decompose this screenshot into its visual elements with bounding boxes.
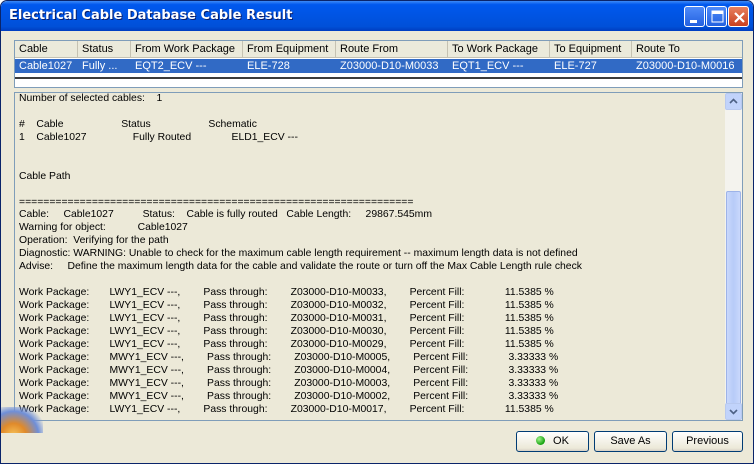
close-button[interactable] (728, 6, 749, 27)
close-icon (734, 12, 745, 23)
report-line (19, 184, 724, 197)
dialog-body: Cable Status From Work Package From Equi… (4, 31, 750, 461)
title-bar[interactable]: Electrical Cable Database Cable Result (1, 1, 753, 31)
column-header-cable[interactable]: Cable (15, 41, 78, 58)
minimize-button[interactable] (684, 6, 705, 27)
column-header-route-to[interactable]: Route To (632, 41, 742, 58)
column-header-route-from[interactable]: Route From (336, 41, 448, 58)
cell-route-from: Z03000-D10-M0033 (340, 60, 439, 72)
report-line: Work Package: MWY1_ECV ---, Pass through… (19, 377, 559, 389)
cable-list-grid[interactable]: Cable Status From Work Package From Equi… (14, 40, 743, 88)
cell-status: Fully ... (82, 60, 118, 72)
report-line: 1 Cable1027 Fully Routed ELD1_ECV --- (19, 131, 298, 143)
ok-button[interactable]: OK (516, 431, 589, 452)
green-dot-icon (536, 436, 546, 445)
report-line (19, 274, 724, 287)
report-line: Work Package: MWY1_ECV ---, Pass through… (19, 351, 559, 363)
report-line: Work Package: LWY1_ECV ---, Pass through… (19, 403, 554, 415)
report-line: Work Package: LWY1_ECV ---, Pass through… (19, 338, 554, 350)
column-header-to-work-package[interactable]: To Work Package (448, 41, 550, 58)
vertical-scrollbar[interactable] (725, 93, 742, 420)
report-line (19, 106, 724, 119)
report-line: Work Package: LWY1_ECV ---, Pass through… (19, 325, 554, 337)
window-title: Electrical Cable Database Cable Result (9, 8, 293, 23)
grid-horizontal-scrollbar[interactable] (15, 77, 742, 79)
cell-from-work-package: EQT2_ECV --- (135, 60, 207, 72)
column-header-to-equipment[interactable]: To Equipment (550, 41, 632, 58)
save-as-button-label: Save As (610, 435, 651, 447)
report-line: Cable Path (19, 170, 71, 182)
column-header-from-equipment[interactable]: From Equipment (243, 41, 336, 58)
report-line: Warning for object: Cable1027 (19, 222, 188, 234)
report-line: ========================================… (19, 196, 414, 208)
column-header-from-work-package[interactable]: From Work Package (131, 41, 243, 58)
cell-cable: Cable1027 (19, 60, 73, 72)
report-line: Work Package: LWY1_ECV ---, Pass through… (19, 300, 554, 311)
report-line: Work Package: LWY1_ECV ---, Pass through… (19, 287, 554, 299)
report-line: Cable: Cable1027 Status: Cable is fully … (19, 209, 432, 221)
cell-to-work-package: EQT1_ECV --- (452, 60, 524, 72)
cable-result-window: Electrical Cable Database Cable Result C… (0, 0, 754, 464)
report-line: Work Package: LWY1_ECV ---, Pass through… (19, 312, 554, 324)
report-line: # Cable Status Schematic (19, 118, 257, 130)
report-line: Work Package: MWY1_ECV ---, Pass through… (19, 390, 559, 402)
chevron-up-icon (729, 98, 738, 104)
scroll-down-button[interactable] (725, 403, 742, 420)
report-line: Diagnostic: WARNING: Unable to check for… (19, 248, 578, 260)
maximize-button[interactable] (706, 6, 727, 27)
scroll-up-button[interactable] (725, 93, 742, 110)
chevron-down-icon (729, 409, 738, 415)
report-line: Advise: Define the maximum length data f… (19, 261, 582, 273)
report-line: Work Package: MWY1_ECV ---, Pass through… (19, 364, 559, 376)
report-line (19, 158, 724, 171)
table-row[interactable]: Cable1027 Fully ... EQT2_ECV --- ELE-728… (15, 59, 742, 73)
report-line (19, 145, 724, 158)
report-text: Number of selected cables: 1 # Cable Stat… (19, 93, 724, 420)
previous-button[interactable]: Previous (672, 431, 743, 452)
save-as-button[interactable]: Save As (594, 431, 667, 452)
previous-button-label: Previous (686, 435, 729, 447)
grid-header: Cable Status From Work Package From Equi… (15, 41, 742, 58)
report-text-area[interactable]: Number of selected cables: 1 # Cable Stat… (14, 92, 743, 421)
app-logo-icon (1, 407, 43, 433)
scroll-thumb[interactable] (726, 191, 741, 409)
ok-button-label: OK (553, 435, 569, 447)
cell-from-equipment: ELE-728 (247, 60, 290, 72)
report-line: Number of selected cables: 1 (19, 93, 163, 104)
cell-route-to: Z03000-D10-M0016 (636, 60, 735, 72)
maximize-icon (711, 10, 724, 23)
cell-to-equipment: ELE-727 (554, 60, 597, 72)
column-header-status[interactable]: Status (78, 41, 131, 58)
minimize-icon (690, 20, 697, 23)
report-line: Operation: Verifying for the path (19, 235, 169, 247)
